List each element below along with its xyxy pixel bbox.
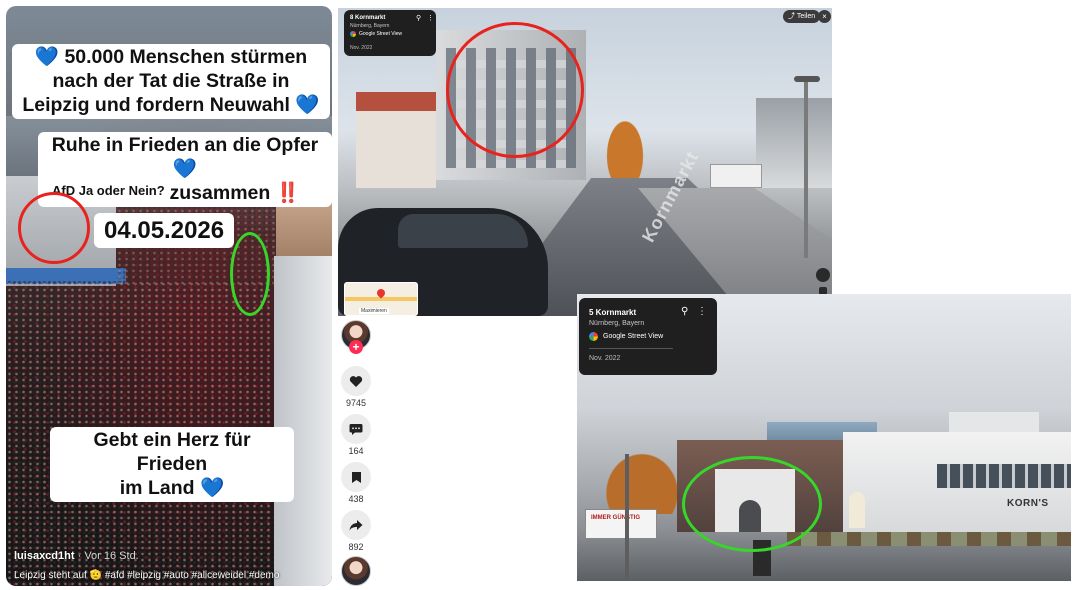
caption-herz-line1: Gebt ein Herz für Frieden <box>93 429 251 475</box>
pin-icon[interactable]: ⚲ <box>416 14 421 22</box>
blue-heart-icon: 💙 <box>295 93 320 116</box>
caption-main: 💙 50.000 Menschen stürmen nach der Tat d… <box>12 44 330 120</box>
provider-row: Google Street View <box>350 31 402 37</box>
right-building <box>274 256 332 586</box>
green-circle-annotation <box>230 232 270 316</box>
location-title: 8 Kornmarkt <box>350 15 386 21</box>
sound-avatar[interactable] <box>341 556 371 586</box>
author-line: luisaxcd1ht · Vor 16 Std. <box>14 550 139 562</box>
caption-main-line1: 50.000 Menschen stürmen <box>64 46 308 68</box>
pin-icon[interactable]: ⚲ <box>681 306 688 317</box>
car-window <box>398 214 528 248</box>
caption-main-line3: Leipzig und fordern Neuwahl <box>22 93 290 116</box>
google-logo-icon <box>589 332 598 341</box>
planters <box>787 532 1071 546</box>
caption-ruhe-line1: Ruhe in Frieden an die Opfer <box>51 134 319 156</box>
share-button[interactable]: ⤴ Teilen <box>783 10 821 23</box>
parasol <box>849 492 865 528</box>
street-lamp <box>804 78 808 258</box>
green-circle-annotation-arch <box>682 456 822 552</box>
location-city: Nürnberg, Bayern <box>350 23 390 29</box>
truck-text: IMMER GÜNSTIG <box>591 515 640 521</box>
video-description: Leipzig steht auf 🫡 #afd #leipzig #auto … <box>14 570 280 581</box>
delivery-truck <box>710 164 762 188</box>
caption-main-line2: nach der Tat die Straße in <box>52 69 290 92</box>
right-building <box>756 98 832 188</box>
red-roof-building <box>356 92 436 188</box>
store-sign: KORN'S <box>1007 498 1049 509</box>
location-card-bottom: 5 Kornmarkt Nürnberg, Bayern Google Stre… <box>579 298 717 375</box>
share-label: Teilen <box>796 13 816 20</box>
share-arrow-icon[interactable] <box>341 510 371 540</box>
close-button[interactable]: × <box>818 10 831 23</box>
caption-herz-line2: im Land <box>119 476 195 499</box>
location-title: 5 Kornmarkt <box>589 308 637 317</box>
double-exclamation-icon: ‼️ <box>275 181 300 204</box>
red-circle-annotation-building <box>446 22 584 158</box>
compass-icon[interactable] <box>816 268 830 282</box>
store-windows <box>937 464 1071 488</box>
provider-row: Google Street View <box>589 332 663 341</box>
minimap[interactable]: Maximieren <box>344 282 418 316</box>
like-count: 9745 <box>345 398 367 408</box>
street-lamp-head <box>794 76 820 82</box>
autumn-trees <box>600 108 650 188</box>
username[interactable]: luisaxcd1ht <box>14 550 75 562</box>
delivery-truck <box>585 509 657 539</box>
red-circle-annotation <box>18 192 90 264</box>
card-divider <box>589 348 673 349</box>
capture-date: Nov. 2022 <box>350 45 373 51</box>
comment-count: 164 <box>348 446 364 456</box>
caption-date: 04.05.2026 <box>94 213 235 249</box>
blue-heart-icon: 💙 <box>34 46 60 68</box>
capture-date: Nov. 2022 <box>589 355 621 362</box>
google-logo-icon <box>350 31 356 37</box>
blue-heart-icon: 💙 <box>172 157 198 180</box>
more-vert-icon[interactable]: ⋮ <box>697 306 707 317</box>
caption-heart-peace: Gebt ein Herz für Frieden im Land 💙 <box>50 427 294 503</box>
like-heart-icon[interactable] <box>341 366 371 396</box>
provider-label: Google Street View <box>603 333 664 340</box>
share-icon: ⤴ <box>788 13 795 20</box>
tiktok-video-panel[interactable]: 💙 50.000 Menschen stürmen nach der Tat d… <box>6 6 332 586</box>
street-lamp <box>625 454 629 580</box>
save-count: 438 <box>348 494 364 504</box>
location-city: Nürnberg, Bayern <box>589 320 645 327</box>
provider-label: Google Street View <box>359 31 402 37</box>
post-time: · Vor 16 Std. <box>77 550 139 562</box>
location-card-top: 8 Kornmarkt Nürnberg, Bayern Google Stre… <box>344 10 436 56</box>
more-vert-icon[interactable]: ⋮ <box>427 14 434 22</box>
comment-icon[interactable] <box>341 414 371 444</box>
share-count: 892 <box>348 542 364 552</box>
autumn-trees <box>597 444 687 514</box>
bookmark-icon[interactable] <box>341 462 371 492</box>
follow-plus-icon[interactable]: + <box>349 340 363 354</box>
minimap-expand-label[interactable]: Maximieren <box>359 308 389 314</box>
blue-heart-icon: 💙 <box>199 476 225 499</box>
